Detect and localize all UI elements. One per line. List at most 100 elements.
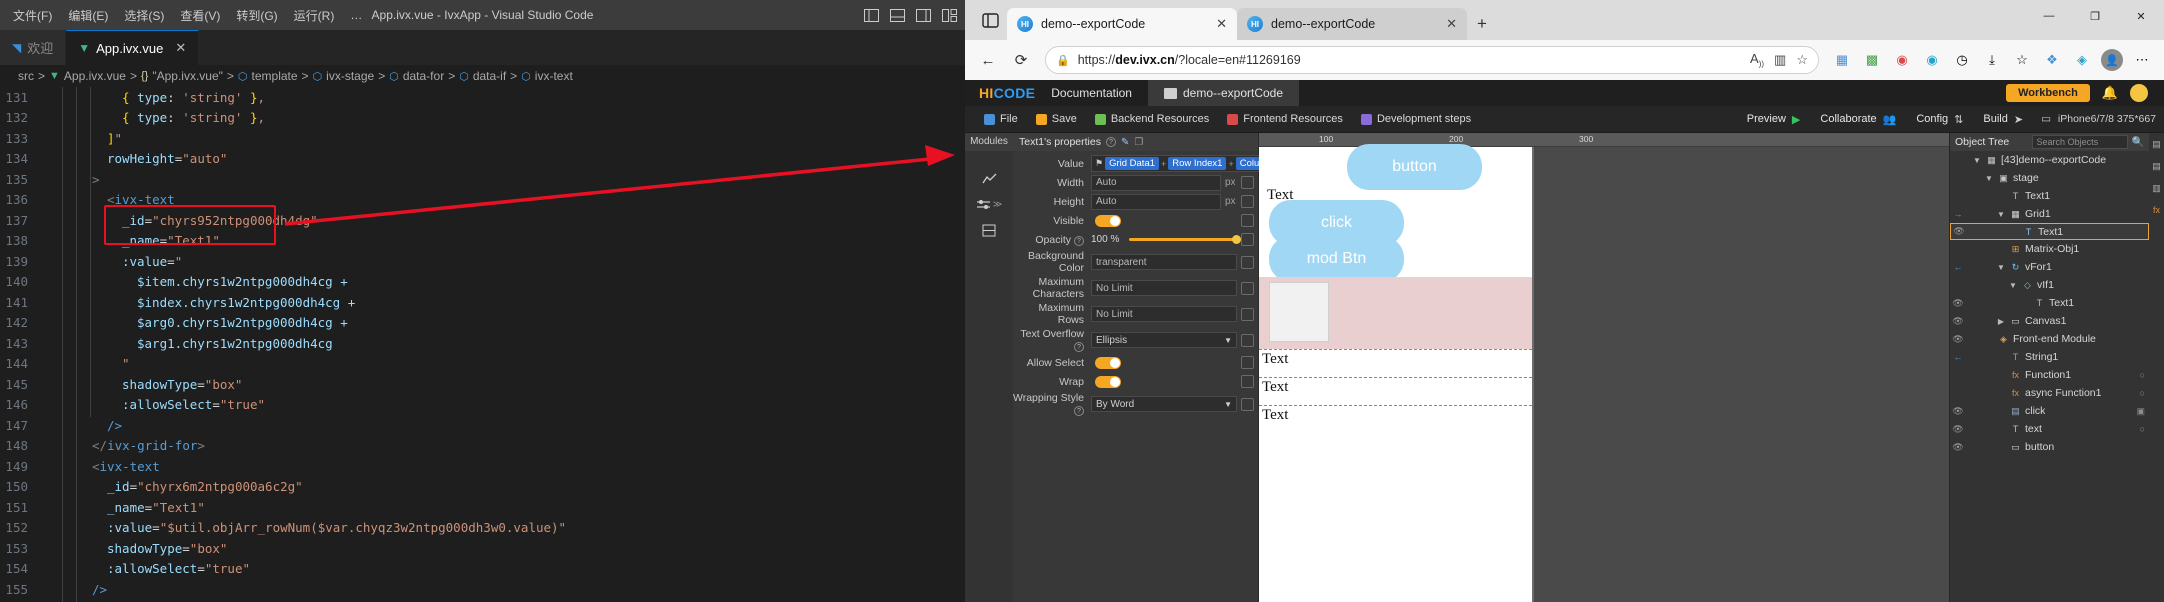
code-line-153[interactable]: 153 shadowType="box" [0, 538, 965, 559]
opacity-slider[interactable] [1129, 235, 1241, 244]
code-line-142[interactable]: 142 $arg0.chyrs1w2ntpg000dh4cg + [0, 313, 965, 334]
rail-icon-3[interactable]: ▥ [2149, 177, 2164, 199]
sliders-module-icon[interactable]: ≫ [965, 191, 1013, 217]
nav-documentation[interactable]: Documentation [1035, 80, 1148, 106]
code-line-144[interactable]: 144 " [0, 354, 965, 375]
chart-module-icon[interactable] [965, 165, 1013, 191]
menu-item-1[interactable]: 编辑(E) [61, 4, 115, 27]
code-line-148[interactable]: 148 </ivx-grid-for> [0, 436, 965, 457]
close-button[interactable]: ✕ [2118, 0, 2164, 32]
close-tab-icon[interactable]: ✕ [1434, 16, 1457, 32]
code-line-150[interactable]: 150 _id="chyrx6m2ntpg000a6c2g" [0, 477, 965, 498]
tree-item-text[interactable]: 👁 Ttext ○ [1950, 420, 2149, 438]
code-editor[interactable]: 131{ type: 'string' }, 132{ type: 'string… [0, 87, 965, 602]
tree-marker-icon[interactable]: ← [1950, 262, 1966, 272]
help-icon[interactable]: ? [1105, 137, 1116, 147]
tree-item--43-demo-exportcode[interactable]: ▼ ▦ [43]demo--exportCode [1950, 151, 2149, 169]
code-line-141[interactable]: 141 $index.chyrs1w2ntpg000dh4cg + [0, 292, 965, 313]
property-select[interactable]: Ellipsis ▼ [1091, 332, 1237, 348]
visibility-eye-icon[interactable]: 👁 [1950, 442, 1966, 453]
code-line-155[interactable]: 155 /> [0, 579, 965, 600]
browser-toolbar-icons[interactable]: ▦ ▩ ◉ ◉ ◷ ⤓ ☆ ❖ ◈ 👤 ⋯ [1828, 46, 2156, 74]
ivx-logo[interactable]: HICODE [979, 85, 1035, 101]
canvas-text-4[interactable]: Text [1262, 407, 1288, 424]
copy-property-icon[interactable] [1241, 255, 1254, 269]
vscode-menubar[interactable]: 文件(F) 编辑(E) 选择(S) 查看(V) 转到(G) 运行(R)… [0, 4, 369, 27]
vscode-tabbar[interactable]: ◥ 欢迎 ▼ App.ivx.vue ✕ [0, 30, 965, 65]
tree-item-string1[interactable]: ← T String1 [1950, 348, 2149, 366]
canvas-text-2[interactable]: Text [1262, 351, 1288, 368]
visibility-eye-icon[interactable]: 👁 [1950, 316, 1966, 327]
breadcrumb-item-3[interactable]: ⬡ template [238, 69, 298, 83]
tree-item-vfor1[interactable]: ← ▼ ↻ vFor1 [1950, 258, 2149, 276]
code-line-133[interactable]: 133]" [0, 128, 965, 149]
toolbar-build[interactable]: Build ➤ [1973, 106, 2033, 133]
rail-icon-1[interactable]: ▤ [2149, 133, 2164, 155]
workbench-button[interactable]: Workbench [2006, 84, 2090, 102]
tree-item-stage[interactable]: ▼ ▣ stage [1950, 169, 2149, 187]
favorites-icon[interactable]: ☆ [2008, 46, 2036, 74]
tree-expand-arrow[interactable]: ▼ [1984, 174, 1994, 183]
tree-item-badge[interactable]: ▣ [2136, 406, 2145, 417]
extension-green-icon[interactable]: ▩ [1858, 46, 1886, 74]
toolbar-save[interactable]: Save [1027, 106, 1086, 133]
menu-item-0[interactable]: 文件(F) [6, 4, 59, 27]
code-line-147[interactable]: 147 /> [0, 415, 965, 436]
code-line-146[interactable]: 146:allowSelect="true" [0, 395, 965, 416]
more-settings-icon[interactable]: ⋯ [2128, 46, 2156, 74]
tree-item-click[interactable]: 👁 ▤ click ▣ [1950, 402, 2149, 420]
tree-expand-arrow[interactable]: ▼ [1972, 156, 1982, 165]
tree-item-function1[interactable]: fx Function1 ○ [1950, 366, 2149, 384]
tree-item-grid1[interactable]: → ▼ ▦ Grid1 [1950, 205, 2149, 223]
reload-button[interactable]: ⟳ [1006, 45, 1036, 75]
toolbar-frontend-resources[interactable]: Frontend Resources [1218, 106, 1352, 133]
grid-module-icon[interactable] [965, 217, 1013, 243]
tree-expand-arrow[interactable]: ▼ [2008, 281, 2018, 290]
value-chip-1[interactable]: Row Index1 [1168, 157, 1227, 170]
copy-property-icon[interactable] [1241, 333, 1254, 347]
rail-icon-4[interactable]: fx [2149, 199, 2164, 221]
canvas-bubble-button[interactable]: button [1347, 144, 1482, 190]
property-toggle[interactable] [1095, 214, 1121, 227]
canvas-image-placeholder[interactable] [1269, 282, 1329, 342]
split-screen-icon[interactable]: ▥ [1774, 52, 1786, 68]
toolbar-config[interactable]: Config ⇅ [1906, 106, 1973, 133]
address-bar[interactable]: 🔒 https://dev.ivx.cn/?locale=en#11269169… [1045, 46, 1819, 74]
tree-item-vif1[interactable]: ▼ ◇ vIf1 [1950, 276, 2149, 294]
tree-item-text1[interactable]: 👁 T Text1 [1950, 294, 2149, 312]
code-line-137[interactable]: 137 _id="chyrs952ntpg000dh4dg" [0, 210, 965, 231]
browser-tab-1[interactable]: HI demo--exportCode ✕ [1237, 8, 1467, 40]
code-line-139[interactable]: 139:value=" [0, 251, 965, 272]
collections2-icon[interactable]: ❖ [2038, 46, 2066, 74]
breadcrumb-item-4[interactable]: ⬡ ivx-stage [313, 69, 375, 83]
visibility-eye-icon[interactable]: 👁 [1950, 298, 1966, 309]
window-controls[interactable]: — ❐ ✕ [2026, 0, 2164, 40]
back-button[interactable]: ← [973, 45, 1003, 75]
search-objects-input[interactable]: Search Objects [2031, 135, 2128, 149]
canvas-bubble-modbtn[interactable]: mod Btn [1269, 236, 1404, 282]
copy-property-icon[interactable] [1241, 307, 1254, 321]
tree-item-canvas1[interactable]: 👁 ▶ ▭ Canvas1 [1950, 312, 2149, 330]
breadcrumb-item-1[interactable]: ▼ App.ivx.vue [49, 69, 126, 83]
value-chip-0[interactable]: Grid Data1 [1105, 157, 1160, 170]
code-line-149[interactable]: 149 <ivx-text [0, 456, 965, 477]
property-input[interactable]: Auto [1091, 174, 1221, 191]
copy-property-icon[interactable] [1241, 281, 1254, 295]
toolbar-development-steps[interactable]: Development steps [1352, 106, 1480, 133]
maximize-button[interactable]: ❐ [2072, 0, 2118, 32]
history-icon[interactable]: ◷ [1948, 46, 1976, 74]
code-line-151[interactable]: 151 _name="Text1" [0, 497, 965, 518]
tree-item-text1[interactable]: 👁 T Text1 [1950, 223, 2149, 240]
project-tab[interactable]: demo--exportCode [1147, 80, 1300, 106]
downloads-icon[interactable]: ⤓ [1978, 46, 2006, 74]
property-input[interactable]: No Limit [1091, 306, 1237, 322]
help-icon[interactable]: ? [1074, 342, 1084, 352]
search-icon[interactable]: 🔍 [2132, 137, 2144, 148]
breadcrumb-item-6[interactable]: ⬡ data-if [459, 69, 506, 83]
tree-expand-arrow[interactable]: ▼ [1996, 263, 2006, 272]
rail-icon-2[interactable]: ▤ [2149, 155, 2164, 177]
copy-property-icon[interactable] [1241, 356, 1254, 369]
menu-item-6[interactable]: … [343, 5, 369, 25]
browser-tab-0[interactable]: HI demo--exportCode ✕ [1007, 8, 1237, 40]
menu-item-3[interactable]: 查看(V) [173, 4, 227, 27]
